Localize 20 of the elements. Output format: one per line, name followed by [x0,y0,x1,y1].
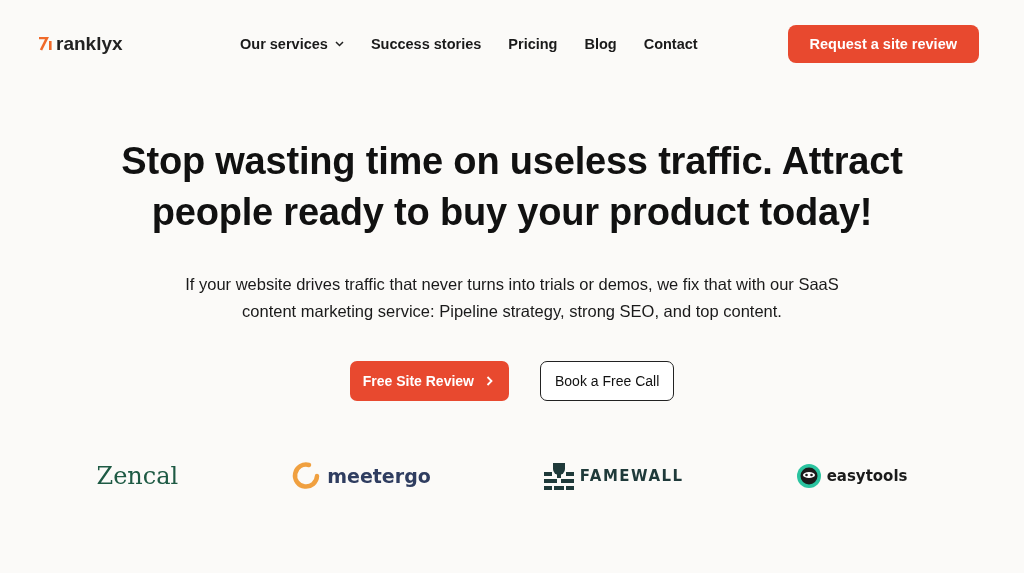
headline: Stop wasting time on useless traffic. Attract people ready to buy your product today! [120,139,904,235]
brand-logo-icon [38,37,54,51]
nav-link[interactable]: Contact [643,36,698,52]
brand-name: ranklyx [56,33,123,55]
request-review-button[interactable]: Request a site review [787,25,979,63]
client-logo-text: meetergo [327,465,431,487]
trophy-wall-icon [543,462,574,490]
chevron-down-icon [334,41,344,47]
book-call-button[interactable]: Book a Free Call [540,361,675,401]
ring-logo-icon [291,461,322,491]
nav-link[interactable]: Success stories [370,36,482,52]
chevron-right-icon [486,376,493,386]
free-review-button[interactable]: Free Site Review [349,361,509,401]
client-logo-text: easytools [826,467,908,485]
client-logo-text: FAMEWALL [579,467,684,485]
nav-link[interactable]: Blog [584,36,617,52]
client-logo-text: Zencal [96,462,179,490]
subtitle: If your website drives traffic that never turns into trials or demos, we fix that with our SaaS content marketing service: Pipeline strategy, strong SEO, and top content. [184,274,840,322]
nav-link[interactable]: Pricing [508,36,558,52]
nav-link[interactable]: Our services [240,36,344,52]
